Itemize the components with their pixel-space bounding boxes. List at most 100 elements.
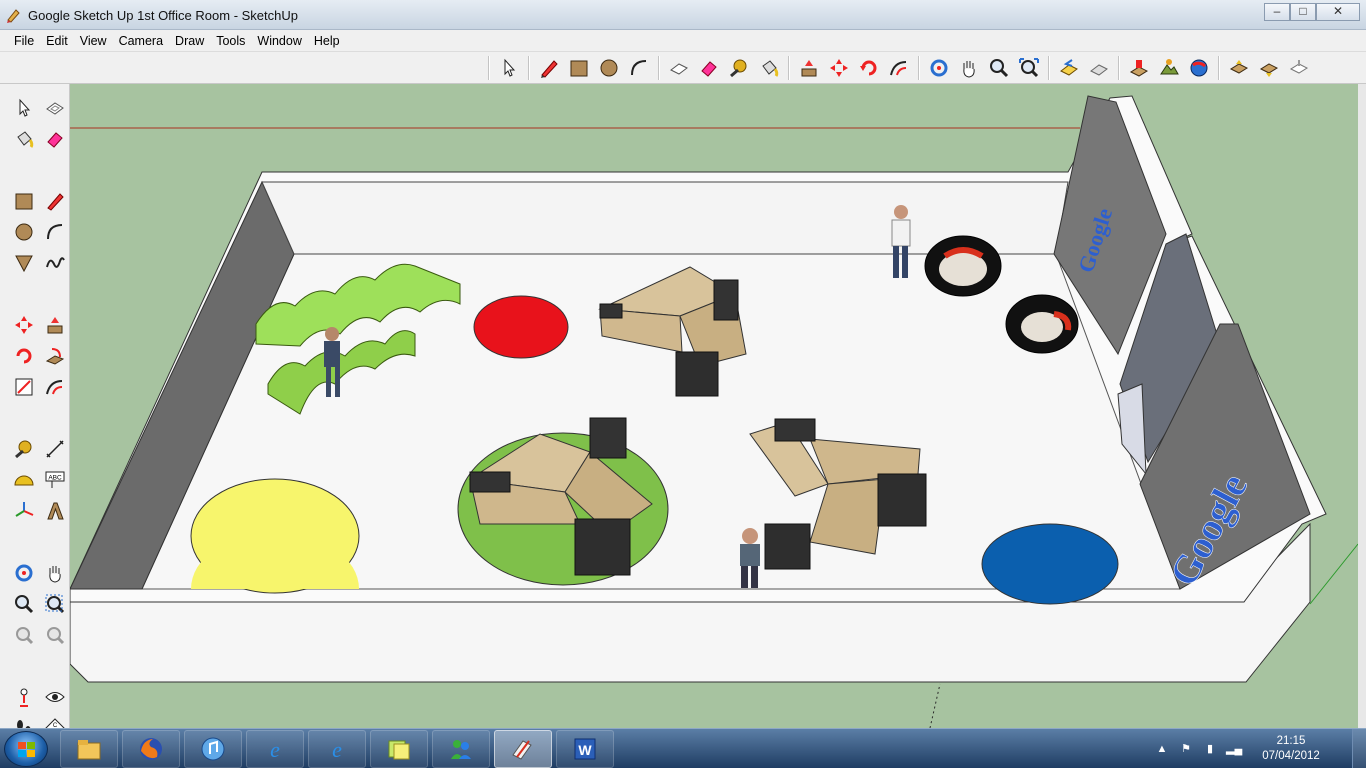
palette-pan-button[interactable] [39,557,70,588]
tape-measure-button[interactable] [725,54,753,82]
taskbar-firefox[interactable] [122,730,180,768]
svg-text:e: e [270,737,280,762]
sketchup-icon [512,740,532,760]
palette-select-button[interactable] [8,92,39,123]
palette-paint-bucket-button[interactable] [8,123,39,154]
palette-rectangle-button[interactable] [8,185,39,216]
palette-orbit-button[interactable] [8,557,39,588]
share-component-button[interactable] [1255,54,1283,82]
toggle-terrain-button[interactable] [1155,54,1183,82]
palette-tape-measure-button[interactable] [8,433,39,464]
taskbar-messenger[interactable] [432,730,490,768]
palette-position-camera-button[interactable] [8,681,39,712]
paint-bucket-button[interactable] [755,54,783,82]
orbit-tool-button[interactable] [925,54,953,82]
menu-help[interactable]: Help [308,30,346,51]
palette-circle-button[interactable] [8,216,39,247]
red-rug[interactable] [473,295,569,359]
taskbar-ie-1[interactable]: e [246,730,304,768]
palette-make-component-button[interactable] [39,92,70,123]
get-component-icon [1289,60,1309,74]
previous-view-button[interactable] [1055,54,1083,82]
menu-view[interactable]: View [74,30,113,51]
palette-line-button[interactable] [39,185,70,216]
palette-polygon-button[interactable] [8,247,39,278]
viewport-scrollbar[interactable] [1358,84,1366,728]
palette-3d-text-button[interactable] [39,495,70,526]
taskbar-explorer[interactable] [60,730,118,768]
eraser-icon [46,131,63,148]
maximize-button[interactable]: □ [1290,3,1316,21]
taskbar-sticky-notes[interactable] [370,730,428,768]
pencil-tool-button[interactable] [535,54,563,82]
taskbar-itunes[interactable] [184,730,242,768]
battery-icon[interactable]: ▮ [1202,741,1218,757]
offset-tool-button[interactable] [885,54,913,82]
show-hidden-icons-icon[interactable]: ▲ [1154,741,1170,757]
palette-previous-button[interactable] [39,619,70,650]
toolbar-grip[interactable] [488,56,490,80]
palette-zoom-button[interactable] [8,588,39,619]
round-chair-2[interactable] [1005,294,1079,354]
push-pull-button[interactable] [795,54,823,82]
add-location-button[interactable] [1125,54,1153,82]
zoom-tool-button[interactable] [985,54,1013,82]
menu-edit[interactable]: Edit [40,30,74,51]
palette-push-pull-button[interactable] [39,309,70,340]
start-button[interactable] [4,731,48,767]
menu-window[interactable]: Window [251,30,307,51]
palette-move-button[interactable] [8,309,39,340]
menu-tools[interactable]: Tools [210,30,251,51]
move-tool-button[interactable] [825,54,853,82]
palette-zoom-extents-button[interactable] [8,619,39,650]
itunes-icon [201,737,225,761]
palette-freehand-button[interactable] [39,247,70,278]
palette-protractor-button[interactable] [8,464,39,495]
circle-tool-button[interactable] [595,54,623,82]
taskbar-word[interactable]: W [556,730,614,768]
network-signal-icon[interactable]: ▂▄ [1226,741,1242,757]
make-component-button[interactable] [665,54,693,82]
action-center-flag-icon[interactable]: ⚑ [1178,741,1194,757]
get-component-button[interactable] [1285,54,1313,82]
palette-rotate-button[interactable] [8,340,39,371]
close-button[interactable]: ✕ [1316,3,1360,21]
model-viewport[interactable]: Google Google [70,84,1358,728]
palette-look-around-button[interactable] [39,681,70,712]
move-icon [830,59,848,77]
menu-draw[interactable]: Draw [169,30,210,51]
taskbar-ie-2[interactable]: e [308,730,366,768]
palette-arc-button[interactable] [39,216,70,247]
show-desktop-button[interactable] [1352,729,1366,768]
menu-file[interactable]: File [8,30,40,51]
eraser-tool-button[interactable] [695,54,723,82]
palette-text-button[interactable]: ABC [39,464,70,495]
ie-icon: e [332,737,342,762]
pan-tool-button[interactable] [955,54,983,82]
palette-follow-me-button[interactable] [39,340,70,371]
zoom-extents-button[interactable] [1015,54,1043,82]
round-chair-1[interactable] [924,235,1002,297]
next-view-button[interactable] [1085,54,1113,82]
explorer-icon [77,740,101,760]
palette-axes-button[interactable] [8,495,39,526]
office-room-model[interactable]: Google Google [70,84,1358,728]
arc-tool-button[interactable] [625,54,653,82]
minimize-button[interactable]: – [1264,3,1290,21]
select-tool-button[interactable] [495,54,523,82]
palette-scale-button[interactable] [8,371,39,402]
rotate-tool-button[interactable] [855,54,883,82]
palette-eraser-button[interactable] [39,123,70,154]
palette-dimension-button[interactable] [39,433,70,464]
offset-icon [45,379,62,394]
system-clock[interactable]: 21:15 07/04/2012 [1256,734,1326,764]
rectangle-tool-button[interactable] [565,54,593,82]
palette-offset-button[interactable] [39,371,70,402]
share-model-button[interactable] [1225,54,1253,82]
palette-zoom-window-button[interactable] [39,588,70,619]
rotate-icon [16,348,31,363]
get-models-button[interactable] [1185,54,1213,82]
blue-rug[interactable] [981,523,1119,605]
taskbar-sketchup[interactable] [494,730,552,768]
menu-camera[interactable]: Camera [113,30,169,51]
